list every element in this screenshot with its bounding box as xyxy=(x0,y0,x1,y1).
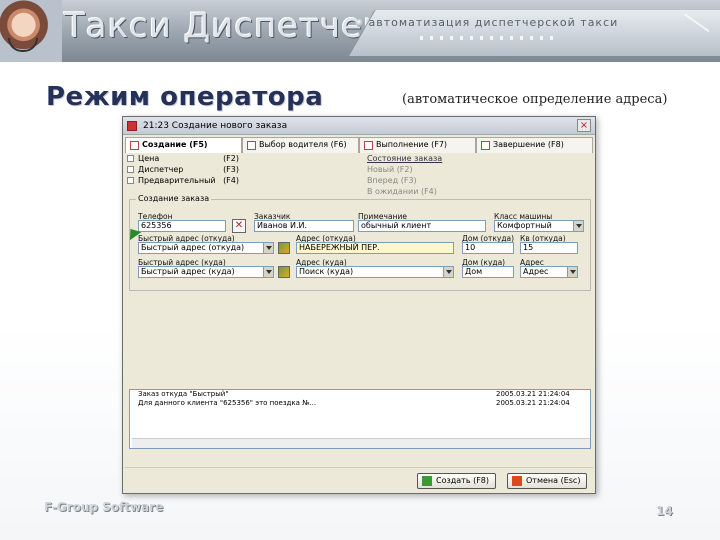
slide-subtitle: (автоматическое определение адреса) xyxy=(402,92,668,107)
tab-icon xyxy=(481,141,490,150)
brand-title: Такси Диспетчер xyxy=(64,6,386,46)
group-label: Создание заказа xyxy=(136,194,212,203)
address-to-value: Поиск (куда) xyxy=(299,267,354,276)
header-banner: Такси Диспетчер автоматизация диспетчерс… xyxy=(0,0,720,62)
log-time: 2005.03.21 21:24:04 xyxy=(496,390,570,398)
order-form-group: Создание заказа Телефон 625356 ✕ Заказчи… xyxy=(129,194,591,291)
order-type-list: Цена (F2) Диспетчер (F3) Предварительный (F… xyxy=(127,153,241,191)
quick-to-value: Быстрый адрес (куда) xyxy=(141,267,235,276)
operator-photo xyxy=(0,0,62,62)
phone-field[interactable]: 625356 xyxy=(138,220,226,232)
checkbox[interactable] xyxy=(127,177,134,184)
window-icon xyxy=(127,120,137,131)
chevron-down-icon[interactable] xyxy=(573,221,583,231)
state-waiting[interactable]: В ожидании (F4) xyxy=(367,186,487,197)
log-text: Для данного клиента "625356" это поездка… xyxy=(138,399,317,407)
cancel-button[interactable]: Отмена (Esc) xyxy=(507,473,588,489)
option-key: (F4) xyxy=(223,176,239,185)
quick-from-select[interactable]: Быстрый адрес (откуда) xyxy=(138,242,274,254)
state-new[interactable]: Новый (F2) xyxy=(367,164,487,175)
tab-bar: Создание (F5) Выбор водителя (F6) Выполн… xyxy=(125,137,593,153)
divider xyxy=(125,467,593,468)
option-key: (F3) xyxy=(223,165,239,174)
address-to-field[interactable]: Поиск (куда) xyxy=(296,266,454,278)
create-button[interactable]: Создать (F8) xyxy=(417,473,497,489)
quick-to-select[interactable]: Быстрый адрес (куда) xyxy=(138,266,274,278)
address-from-field[interactable]: НАБЕРЕЖНЫЙ ПЕР. xyxy=(296,242,454,254)
checkbox[interactable] xyxy=(127,166,134,173)
option-label: Диспетчер xyxy=(138,165,184,174)
option-price[interactable]: Цена (F2) xyxy=(127,153,241,164)
where-select[interactable]: Адрес xyxy=(520,266,578,278)
decorative-dots xyxy=(420,36,560,40)
option-preliminary[interactable]: Предварительный (F4) xyxy=(127,175,241,186)
log-row: Для данного клиента "625356" это поездка… xyxy=(130,399,590,408)
option-dispatcher[interactable]: Диспетчер (F3) xyxy=(127,164,241,175)
tab-icon xyxy=(247,141,256,150)
tab-icon xyxy=(130,141,139,150)
state-label: Вперед xyxy=(367,176,399,185)
state-key: (F3) xyxy=(400,176,417,185)
option-key: (F2) xyxy=(223,154,239,163)
window-title: 21:23 Создание нового заказа xyxy=(143,120,288,131)
tab-label: Выбор водителя (F6) xyxy=(259,140,347,149)
page-number: 14 xyxy=(656,504,673,518)
tab-create[interactable]: Создание (F5) xyxy=(125,137,242,153)
state-label: Новый xyxy=(367,165,395,174)
tab-icon xyxy=(364,141,373,150)
create-label: Создать (F8) xyxy=(436,476,490,485)
log-row: Заказ откуда "Быстрый" 2005.03.21 21:24:0… xyxy=(130,390,590,399)
option-label: Предварительный xyxy=(138,176,216,185)
where-value: Адрес xyxy=(523,267,549,276)
house-to-field[interactable]: Дом xyxy=(462,266,514,278)
tab-finish[interactable]: Завершение (F8) xyxy=(476,137,593,153)
chevron-down-icon[interactable] xyxy=(443,267,453,277)
state-key: (F2) xyxy=(396,165,413,174)
house-from-field[interactable]: 10 xyxy=(462,242,514,254)
state-forward[interactable]: Вперед (F3) xyxy=(367,175,487,186)
footer-company: F-Group Software xyxy=(44,500,164,514)
tagline-text: автоматизация диспетчерской такси xyxy=(368,16,619,29)
log-time: 2005.03.21 21:24:04 xyxy=(496,399,570,407)
chevron-down-icon[interactable] xyxy=(263,243,273,253)
car-class-select[interactable]: Комфортный xyxy=(494,220,584,232)
checkbox[interactable] xyxy=(127,155,134,162)
order-state-list: Состояние заказа Новый (F2) Вперед (F3) … xyxy=(367,153,487,197)
window-titlebar[interactable]: 21:23 Создание нового заказа × xyxy=(123,117,595,135)
tagline: автоматизация диспетчерской такси xyxy=(356,16,618,29)
horizontal-scrollbar[interactable] xyxy=(132,438,590,448)
apt-from-field[interactable]: 15 xyxy=(520,242,578,254)
note-field[interactable]: обычный клиент xyxy=(358,220,486,232)
slide-title: Режим оператора xyxy=(46,82,324,112)
quick-from-value: Быстрый адрес (откуда) xyxy=(141,243,245,252)
log-text: Заказ откуда "Быстрый" xyxy=(138,390,229,398)
state-label: В ожидании xyxy=(367,187,419,196)
chevron-down-icon[interactable] xyxy=(263,267,273,277)
order-window: 21:23 Создание нового заказа × Создание … xyxy=(122,116,596,494)
cancel-icon xyxy=(512,476,522,486)
state-key: (F4) xyxy=(420,187,437,196)
cancel-label: Отмена (Esc) xyxy=(526,476,581,485)
options-panel: Цена (F2) Диспетчер (F3) Предварительный (F… xyxy=(125,153,593,196)
tab-driver[interactable]: Выбор водителя (F6) xyxy=(242,137,359,153)
bullet-icon xyxy=(356,19,364,27)
map-icon[interactable] xyxy=(278,242,290,254)
order-state-header[interactable]: Состояние заказа xyxy=(367,153,487,164)
event-log[interactable]: Заказ откуда "Быстрый" 2005.03.21 21:24:0… xyxy=(129,389,591,449)
close-button[interactable]: × xyxy=(577,119,591,132)
chevron-down-icon[interactable] xyxy=(567,267,577,277)
tab-label: Создание (F5) xyxy=(142,140,208,149)
clear-phone-button[interactable]: ✕ xyxy=(232,219,246,233)
tab-execution[interactable]: Выполнение (F7) xyxy=(359,137,476,153)
tab-label: Завершение (F8) xyxy=(493,140,564,149)
tab-label: Выполнение (F7) xyxy=(376,140,448,149)
map-icon[interactable] xyxy=(278,266,290,278)
car-class-value: Комфортный xyxy=(497,221,552,230)
plus-icon xyxy=(422,476,432,486)
option-label: Цена xyxy=(138,154,160,163)
customer-field[interactable]: Иванов И.И. xyxy=(254,220,354,232)
